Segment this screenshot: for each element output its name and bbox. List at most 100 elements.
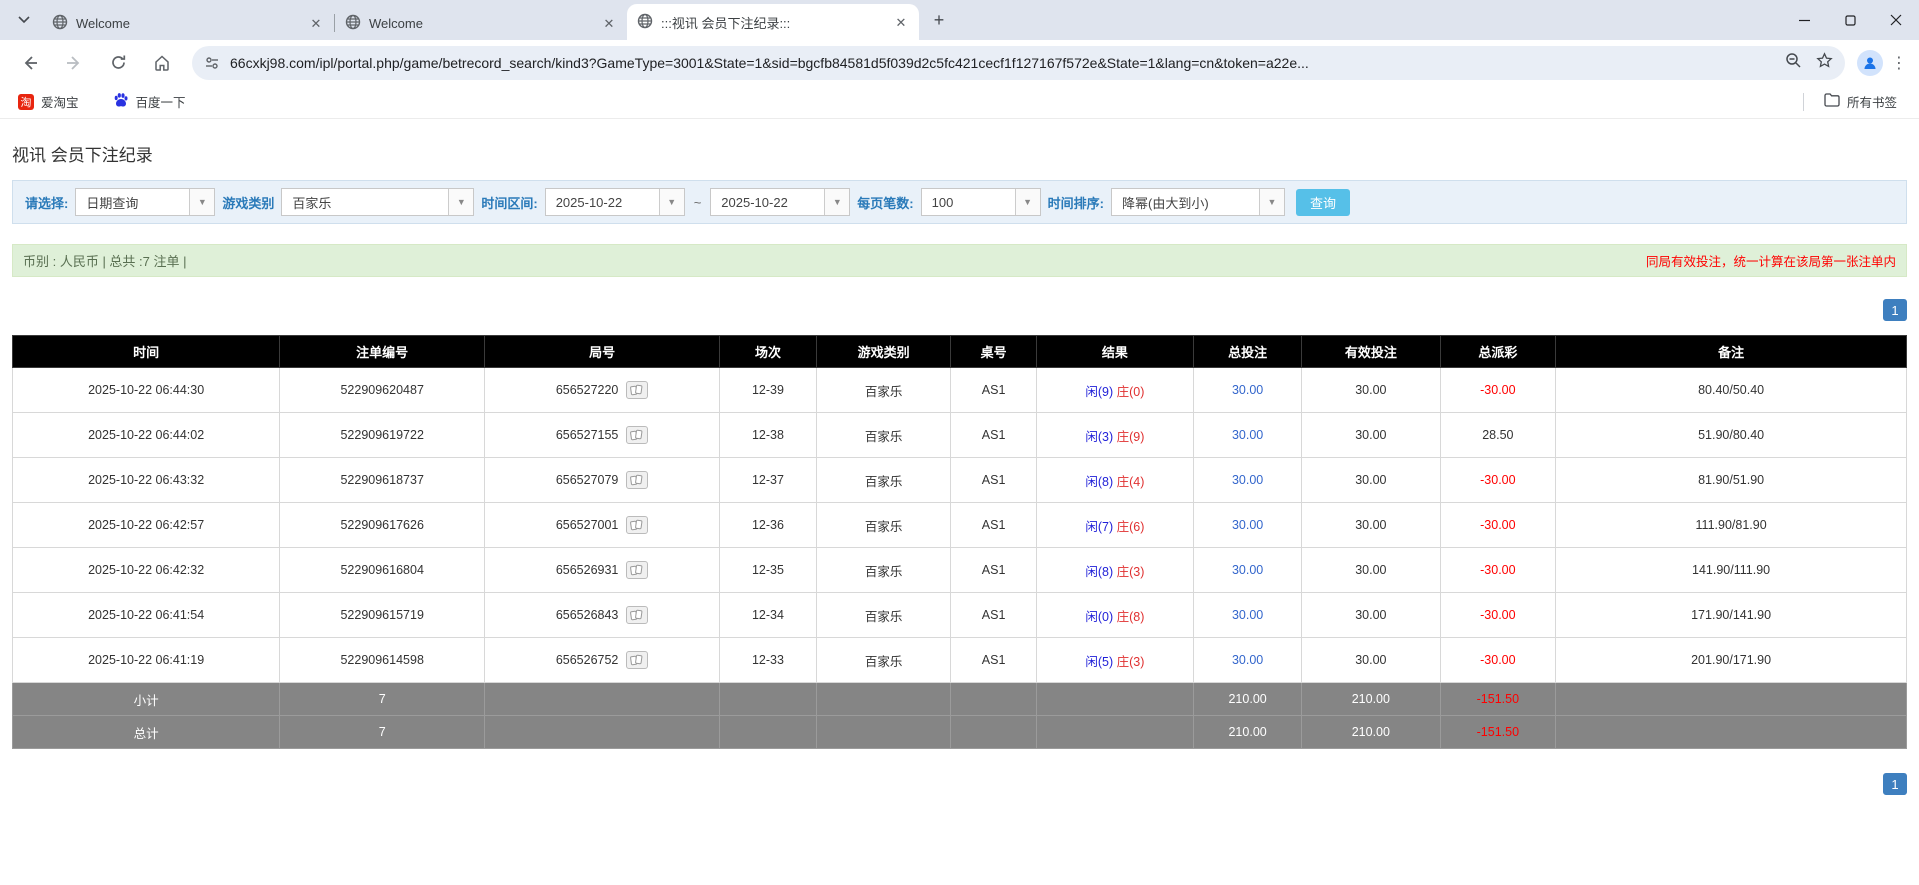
page-content: 视讯 会员下注纪录 请选择: 日期查询 ▼ 游戏类别 百家乐 ▼ 时间区间: 2… <box>0 119 1919 795</box>
total-valid-bet: 210.00 <box>1301 715 1441 749</box>
reload-icon[interactable] <box>101 46 135 80</box>
result-banker: 庄(0) <box>1116 384 1145 399</box>
currency-total-text: 币别 : 人民币 | 总共 :7 注单 | <box>23 254 187 269</box>
globe-icon <box>637 13 653 32</box>
query-type-select[interactable]: 日期查询 ▼ <box>75 188 216 216</box>
cell-remark: 111.90/81.90 <box>1555 502 1907 548</box>
game-type-select[interactable]: 百家乐 ▼ <box>281 188 475 216</box>
cell-time: 2025-10-22 06:41:54 <box>11 592 281 638</box>
date-from-select[interactable]: 2025-10-22 ▼ <box>544 188 685 216</box>
cell-round: 656527079 <box>484 457 721 503</box>
result-banker: 庄(4) <box>1116 474 1145 489</box>
chevron-down-icon: ▼ <box>1014 189 1040 215</box>
cell-total-bet: 30.00 <box>1193 367 1303 413</box>
cell-session: 12-37 <box>719 457 817 503</box>
baidu-paw-icon <box>113 92 129 111</box>
home-icon[interactable] <box>145 46 179 80</box>
page-title: 视讯 会员下注纪录 <box>12 146 153 165</box>
card-result-icon[interactable] <box>626 606 649 624</box>
bookmark-taobao[interactable]: 淘 爱淘宝 <box>10 88 87 115</box>
subtotal-row: 小计 7 210.00 210.00 -151.50 <box>11 682 1907 716</box>
chevron-down-icon: ▼ <box>189 189 215 215</box>
cell-bet-id: 522909620487 <box>279 367 486 413</box>
browser-menu-icon[interactable]: ⋮ <box>1887 53 1911 73</box>
tab-welcome-2[interactable]: Welcome ✕ <box>335 6 627 40</box>
card-result-icon[interactable] <box>626 381 649 399</box>
chevron-down-icon: ▼ <box>658 189 684 215</box>
cell-round: 656526931 <box>484 547 721 593</box>
page-size-select[interactable]: 100 ▼ <box>920 188 1041 216</box>
date-range-label: 时间区间: <box>481 195 538 211</box>
round-number: 656526752 <box>555 653 619 667</box>
date-to-select[interactable]: 2025-10-22 ▼ <box>710 188 851 216</box>
cell-game-type: 百家乐 <box>815 592 952 638</box>
cell-total-bet: 30.00 <box>1193 637 1303 683</box>
close-icon[interactable]: ✕ <box>893 14 909 30</box>
zoom-level-icon[interactable] <box>1785 52 1802 74</box>
result-player: 闲(7) <box>1085 519 1114 534</box>
back-icon[interactable] <box>13 46 47 80</box>
bookmark-baidu[interactable]: 百度一下 <box>105 88 194 115</box>
bet-records-table: 时间 注单编号 局号 场次 游戏类别 桌号 结果 总投注 有效投注 总派彩 备注… <box>11 335 1907 749</box>
tab-title: :::视讯 会员下注纪录::: <box>661 15 791 31</box>
cell-game-type: 百家乐 <box>815 367 952 413</box>
table-row: 2025-10-22 06:43:32 522909618737 6565270… <box>11 457 1907 503</box>
total-label: 总计 <box>11 715 281 749</box>
cell-result: 闲(5) 庄(3) <box>1035 637 1195 683</box>
minimize-button[interactable] <box>1781 0 1827 40</box>
cell-time: 2025-10-22 06:43:32 <box>11 457 281 503</box>
cell-table-no: AS1 <box>950 412 1037 458</box>
cell-bet-id: 522909619722 <box>279 412 486 458</box>
cell-result: 闲(0) 庄(8) <box>1035 592 1195 638</box>
cell-remark: 80.40/50.40 <box>1555 367 1907 413</box>
new-tab-button[interactable]: + <box>925 6 953 34</box>
close-window-button[interactable] <box>1873 0 1919 40</box>
bookmark-star-icon[interactable] <box>1816 51 1833 74</box>
close-icon[interactable]: ✕ <box>601 15 617 31</box>
cell-game-type: 百家乐 <box>815 502 952 548</box>
tab-betrecord-active[interactable]: :::视讯 会员下注纪录::: ✕ <box>627 4 919 40</box>
cell-time: 2025-10-22 06:44:30 <box>11 367 281 413</box>
total-row: 总计 7 210.00 210.00 -151.50 <box>11 715 1907 749</box>
tab-search-icon[interactable] <box>10 6 38 34</box>
tab-title: Welcome <box>369 15 423 31</box>
table-row: 2025-10-22 06:44:02 522909619722 6565271… <box>11 412 1907 458</box>
cell-bet-id: 522909614598 <box>279 637 486 683</box>
cell-total-bet: 30.00 <box>1193 547 1303 593</box>
table-row: 2025-10-22 06:44:30 522909620487 6565272… <box>11 367 1907 413</box>
all-bookmarks-button[interactable]: 所有书签 <box>1816 88 1905 115</box>
address-bar[interactable]: 66cxkj98.com/ipl/portal.php/game/betreco… <box>192 45 1845 80</box>
card-result-icon[interactable] <box>626 516 649 534</box>
tab-title: Welcome <box>76 15 130 31</box>
maximize-button[interactable] <box>1827 0 1873 40</box>
card-result-icon[interactable] <box>626 561 649 579</box>
query-type-label: 请选择: <box>25 195 69 211</box>
close-icon[interactable]: ✕ <box>308 15 324 31</box>
cell-round: 656527155 <box>484 412 721 458</box>
tab-welcome-1[interactable]: Welcome ✕ <box>42 6 334 40</box>
forward-icon[interactable] <box>57 46 91 80</box>
sort-select[interactable]: 降幂(由大到小) ▼ <box>1110 188 1285 216</box>
cell-table-no: AS1 <box>950 457 1037 503</box>
url-text[interactable]: 66cxkj98.com/ipl/portal.php/game/betreco… <box>230 55 1785 71</box>
table-row: 2025-10-22 06:42:32 522909616804 6565269… <box>11 547 1907 593</box>
cell-table-no: AS1 <box>950 592 1037 638</box>
bookmark-label: 百度一下 <box>135 96 186 110</box>
profile-avatar[interactable] <box>1857 49 1883 76</box>
pagination-page-1-bottom[interactable]: 1 <box>1883 773 1907 795</box>
cell-session: 12-34 <box>719 592 817 638</box>
header-game-type: 游戏类别 <box>815 335 952 368</box>
card-result-icon[interactable] <box>626 471 649 489</box>
cell-table-no: AS1 <box>950 547 1037 593</box>
header-valid-bet: 有效投注 <box>1301 335 1441 368</box>
site-info-icon[interactable] <box>204 55 220 71</box>
date-separator: ~ <box>693 194 702 210</box>
pagination-page-1-top[interactable]: 1 <box>1883 299 1907 321</box>
cell-total-bet: 30.00 <box>1193 502 1303 548</box>
search-button[interactable]: 查询 <box>1295 188 1350 216</box>
round-number: 656526843 <box>555 608 619 622</box>
card-result-icon[interactable] <box>626 651 649 669</box>
card-result-icon[interactable] <box>626 426 649 444</box>
cell-game-type: 百家乐 <box>815 547 952 593</box>
cell-remark: 51.90/80.40 <box>1555 412 1907 458</box>
